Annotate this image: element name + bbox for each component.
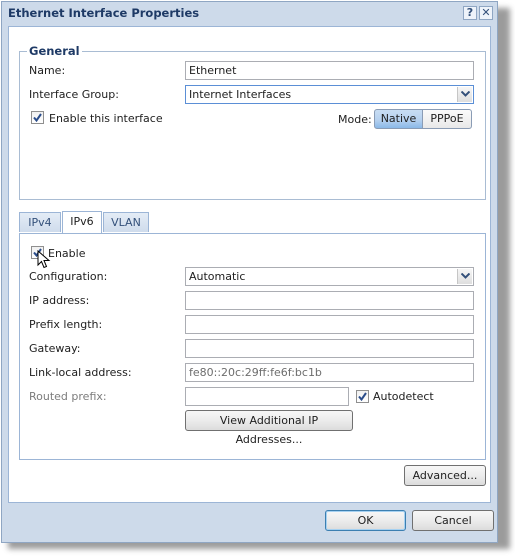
interface-group-label: Interface Group: bbox=[29, 88, 119, 101]
enable-interface-checkbox[interactable] bbox=[31, 111, 44, 124]
link-local-input[interactable] bbox=[185, 363, 474, 382]
general-legend: General bbox=[29, 44, 80, 58]
close-icon: ✕ bbox=[481, 6, 491, 19]
ipv6-enable-label: Enable bbox=[48, 247, 86, 260]
cancel-button[interactable]: Cancel bbox=[412, 510, 494, 531]
chevron-down-icon[interactable] bbox=[457, 87, 472, 102]
prefix-length-input[interactable] bbox=[185, 315, 474, 334]
tab-ipv6[interactable]: IPv6 bbox=[62, 211, 102, 233]
ok-button[interactable]: OK bbox=[325, 510, 406, 531]
configuration-value: Automatic bbox=[189, 270, 246, 283]
mode-pppoe-button[interactable]: PPPoE bbox=[423, 109, 472, 129]
checkmark-icon bbox=[33, 113, 42, 122]
tab-vlan[interactable]: VLAN bbox=[103, 212, 149, 232]
configuration-label: Configuration: bbox=[29, 270, 108, 283]
configuration-select[interactable]: Automatic bbox=[185, 267, 474, 286]
close-button[interactable]: ✕ bbox=[479, 6, 493, 20]
ip-address-input[interactable] bbox=[185, 291, 474, 310]
dialog-title: Ethernet Interface Properties bbox=[8, 6, 200, 20]
mode-label: Mode: bbox=[338, 113, 372, 126]
interface-group-value: Internet Interfaces bbox=[189, 88, 292, 101]
gateway-label: Gateway: bbox=[29, 342, 81, 355]
title-bar[interactable]: Ethernet Interface Properties ? ✕ bbox=[2, 2, 497, 25]
mouse-pointer-icon bbox=[37, 250, 51, 269]
content-panel: General Name: Interface Group: Internet … bbox=[8, 26, 491, 503]
checkmark-icon bbox=[358, 392, 367, 401]
autodetect-label: Autodetect bbox=[373, 390, 434, 403]
ethernet-properties-dialog: Ethernet Interface Properties ? ✕ Genera… bbox=[1, 1, 498, 543]
name-input[interactable] bbox=[185, 61, 474, 80]
ip-address-label: IP address: bbox=[29, 294, 90, 307]
routed-prefix-input[interactable] bbox=[185, 387, 349, 406]
prefix-length-label: Prefix length: bbox=[29, 318, 103, 331]
routed-prefix-label: Routed prefix: bbox=[29, 390, 107, 403]
advanced-button[interactable]: Advanced... bbox=[404, 465, 486, 486]
help-button[interactable]: ? bbox=[463, 6, 477, 20]
interface-group-select[interactable]: Internet Interfaces bbox=[185, 85, 474, 104]
mode-native-button[interactable]: Native bbox=[374, 109, 423, 129]
gateway-input[interactable] bbox=[185, 339, 474, 358]
help-icon: ? bbox=[466, 6, 474, 19]
link-local-label: Link-local address: bbox=[29, 366, 132, 379]
autodetect-checkbox[interactable] bbox=[356, 390, 369, 403]
view-additional-ip-button[interactable]: View Additional IP Addresses... bbox=[185, 410, 353, 446]
enable-interface-label: Enable this interface bbox=[49, 112, 163, 125]
tab-ipv4[interactable]: IPv4 bbox=[19, 212, 61, 232]
name-label: Name: bbox=[29, 64, 66, 77]
chevron-down-icon[interactable] bbox=[457, 269, 472, 284]
